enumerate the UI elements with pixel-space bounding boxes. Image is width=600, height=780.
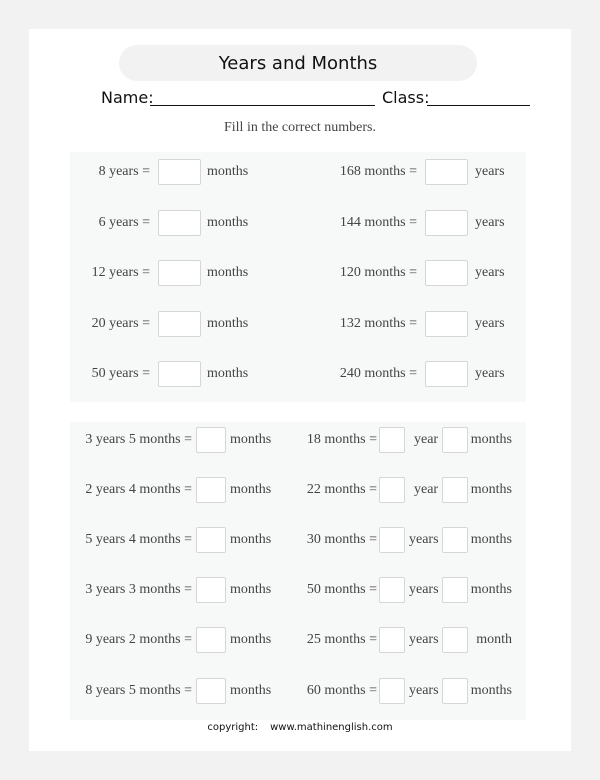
unit-label-months: month <box>476 632 512 647</box>
answer-box-months[interactable] <box>442 678 468 704</box>
problem-row: 60 months = years months <box>70 678 526 706</box>
unit-label-years: year <box>414 482 439 497</box>
unit-label-years: years <box>409 532 439 547</box>
problem-prompt: 18 months = <box>306 432 377 447</box>
unit-label: years <box>475 316 505 331</box>
answer-box-months[interactable] <box>442 527 468 553</box>
problem-row: 50 months = years months <box>70 577 526 605</box>
unit-label: years <box>475 265 505 280</box>
unit-label-months: months <box>470 532 512 547</box>
problem-row: 168 months = years <box>70 159 526 187</box>
problem-prompt: 25 months = <box>306 632 377 647</box>
name-class-row: Name: Class: <box>101 88 531 110</box>
problem-prompt: 240 months = <box>339 366 417 381</box>
answer-box[interactable] <box>425 210 468 236</box>
unit-label: years <box>475 215 505 230</box>
unit-label-months: months <box>470 432 512 447</box>
answer-box-years[interactable] <box>379 527 405 553</box>
unit-label-years: years <box>409 582 439 597</box>
name-field[interactable] <box>150 105 375 106</box>
class-label: Class: <box>382 88 430 107</box>
problem-row: 144 months = years <box>70 210 526 238</box>
answer-box-years[interactable] <box>379 477 405 503</box>
class-field[interactable] <box>427 105 530 106</box>
website-link[interactable]: www.mathinenglish.com <box>270 722 393 733</box>
problem-prompt: 144 months = <box>339 215 417 230</box>
instruction-text: Fill in the correct numbers. <box>223 120 377 135</box>
unit-label-months: months <box>470 683 512 698</box>
answer-box[interactable] <box>425 260 468 286</box>
problem-prompt: 132 months = <box>339 316 417 331</box>
answer-box[interactable] <box>425 361 468 387</box>
answer-box-years[interactable] <box>379 678 405 704</box>
unit-label: years <box>475 366 505 381</box>
worksheet-title: Years and Months <box>119 45 477 81</box>
unit-label-months: months <box>470 482 512 497</box>
problem-prompt: 120 months = <box>339 265 417 280</box>
answer-box[interactable] <box>425 311 468 337</box>
problem-row: 132 months = years <box>70 311 526 339</box>
problem-row: 120 months = years <box>70 260 526 288</box>
copyright-footer: copyright: www.mathinenglish.com <box>0 722 600 733</box>
problem-row: 25 months = years month <box>70 627 526 655</box>
answer-box[interactable] <box>425 159 468 185</box>
answer-box-years[interactable] <box>379 427 405 453</box>
answer-box-months[interactable] <box>442 627 468 653</box>
problem-prompt: 22 months = <box>306 482 377 497</box>
problem-prompt: 50 months = <box>306 582 377 597</box>
answer-box-years[interactable] <box>379 627 405 653</box>
unit-label-years: years <box>409 683 439 698</box>
section-mixed-conversion: 3 years 5 months = months 2 years 4 months… <box>70 422 526 720</box>
title-text: Years and Months <box>218 52 378 74</box>
copyright-label: copyright: <box>207 722 259 733</box>
unit-label: years <box>475 164 505 179</box>
problem-row: 22 months = year months <box>70 477 526 505</box>
answer-box-months[interactable] <box>442 427 468 453</box>
unit-label-years: year <box>414 432 439 447</box>
problem-prompt: 168 months = <box>339 164 417 179</box>
problem-prompt: 60 months = <box>306 683 377 698</box>
problem-prompt: 30 months = <box>306 532 377 547</box>
unit-label-months: months <box>470 582 512 597</box>
answer-box-months[interactable] <box>442 577 468 603</box>
answer-box-months[interactable] <box>442 477 468 503</box>
unit-label-years: years <box>409 632 439 647</box>
problem-row: 18 months = year months <box>70 427 526 455</box>
name-label: Name: <box>101 88 154 107</box>
answer-box-years[interactable] <box>379 577 405 603</box>
section-years-months: 8 years = months 6 years = months 12 years =… <box>70 152 526 402</box>
problem-row: 240 months = years <box>70 361 526 389</box>
problem-row: 30 months = years months <box>70 527 526 555</box>
